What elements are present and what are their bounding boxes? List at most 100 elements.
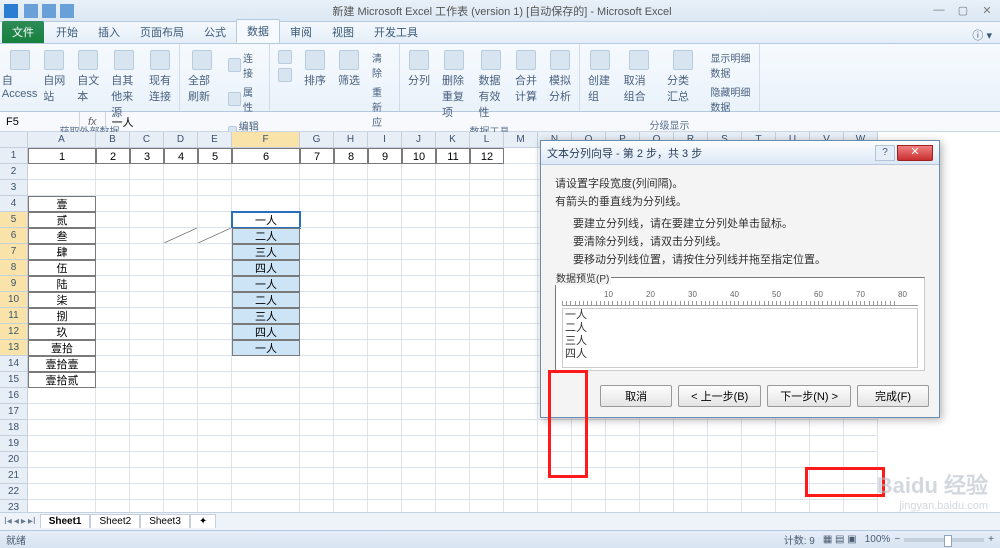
cell[interactable] [538,500,572,512]
cell[interactable] [606,436,640,452]
sheet-tab[interactable]: Sheet2 [90,514,140,528]
cell[interactable] [674,436,708,452]
row-header[interactable]: 7 [0,244,28,260]
cell[interactable] [334,372,368,388]
cell[interactable] [436,436,470,452]
hide-detail-button[interactable]: 隐藏明细数据 [706,82,755,116]
cell[interactable] [198,308,232,324]
cell[interactable] [674,484,708,500]
column-header[interactable]: M [504,132,538,148]
cell[interactable] [164,292,198,308]
cell[interactable] [742,468,776,484]
cell[interactable] [334,244,368,260]
cell[interactable] [28,388,96,404]
from-text-button[interactable]: 自文本 [73,48,103,106]
row-header[interactable]: 3 [0,180,28,196]
cell[interactable] [300,468,334,484]
cell[interactable] [810,436,844,452]
cell[interactable] [300,292,334,308]
cell[interactable] [96,308,130,324]
cell[interactable] [436,308,470,324]
cell[interactable] [368,452,402,468]
cell[interactable] [402,372,436,388]
cell[interactable] [232,452,300,468]
dialog-titlebar[interactable]: 文本分列向导 - 第 2 步，共 3 步 ? ✕ [541,141,939,165]
cell[interactable] [810,484,844,500]
cell[interactable] [198,180,232,196]
cell[interactable]: 12 [470,148,504,164]
cell[interactable] [470,340,504,356]
cell[interactable] [436,356,470,372]
cell[interactable] [436,468,470,484]
cell[interactable] [96,404,130,420]
cell[interactable] [708,484,742,500]
cell[interactable] [640,468,674,484]
cell[interactable] [742,436,776,452]
cell[interactable] [504,196,538,212]
cell[interactable] [334,180,368,196]
back-button[interactable]: < 上一步(B) [678,385,761,407]
cell[interactable] [436,372,470,388]
cell[interactable] [198,244,232,260]
cell[interactable] [810,452,844,468]
cell[interactable] [198,212,232,228]
cell[interactable] [572,484,606,500]
cell[interactable] [368,308,402,324]
tab-review[interactable]: 审阅 [280,21,322,43]
cell[interactable]: 伍 [28,260,96,276]
formula-input[interactable]: 一人 [106,114,1000,130]
cell[interactable] [96,292,130,308]
cell[interactable] [232,484,300,500]
cell[interactable]: 捌 [28,308,96,324]
cell[interactable] [402,452,436,468]
cell[interactable] [402,420,436,436]
cell[interactable] [436,484,470,500]
row-header[interactable]: 13 [0,340,28,356]
cell[interactable] [572,436,606,452]
cell[interactable] [504,420,538,436]
cell[interactable]: 一人 [232,276,300,292]
cell[interactable] [504,452,538,468]
cell[interactable]: 壹拾壹 [28,356,96,372]
cell[interactable] [368,388,402,404]
cell[interactable] [368,244,402,260]
cell[interactable] [368,196,402,212]
cell[interactable] [368,436,402,452]
cell[interactable] [776,436,810,452]
cell[interactable] [334,196,368,212]
cell[interactable] [164,228,198,244]
cell[interactable] [96,484,130,500]
ruler[interactable]: 1020304050607080 [562,286,918,306]
cell[interactable] [300,308,334,324]
cell[interactable] [640,452,674,468]
preview-data[interactable]: 一人 二人 三人 四人 [562,308,918,368]
cell[interactable] [232,468,300,484]
cell[interactable] [232,388,300,404]
cell[interactable] [368,420,402,436]
cell[interactable]: 三人 [232,244,300,260]
cell[interactable] [300,420,334,436]
cell[interactable]: 二人 [232,228,300,244]
consolidate-button[interactable]: 合并计算 [511,48,541,106]
cell[interactable] [130,308,164,324]
cell[interactable] [810,500,844,512]
cell[interactable] [708,500,742,512]
cell[interactable] [674,452,708,468]
cell[interactable] [198,196,232,212]
cancel-button[interactable]: 取消 [600,385,672,407]
cell[interactable] [368,324,402,340]
preview-area[interactable]: 数据预览(P) 1020304050607080 一人 二人 三人 四人 [555,277,925,371]
cell[interactable] [300,388,334,404]
cell[interactable] [130,484,164,500]
cell[interactable] [844,452,878,468]
cell[interactable] [742,452,776,468]
cell[interactable] [232,164,300,180]
cell[interactable] [470,452,504,468]
cell[interactable] [436,292,470,308]
cell[interactable] [232,180,300,196]
cell[interactable] [640,484,674,500]
cell[interactable] [436,244,470,260]
maximize-button[interactable]: ▢ [954,4,972,17]
cell[interactable] [470,404,504,420]
row-header[interactable]: 19 [0,436,28,452]
